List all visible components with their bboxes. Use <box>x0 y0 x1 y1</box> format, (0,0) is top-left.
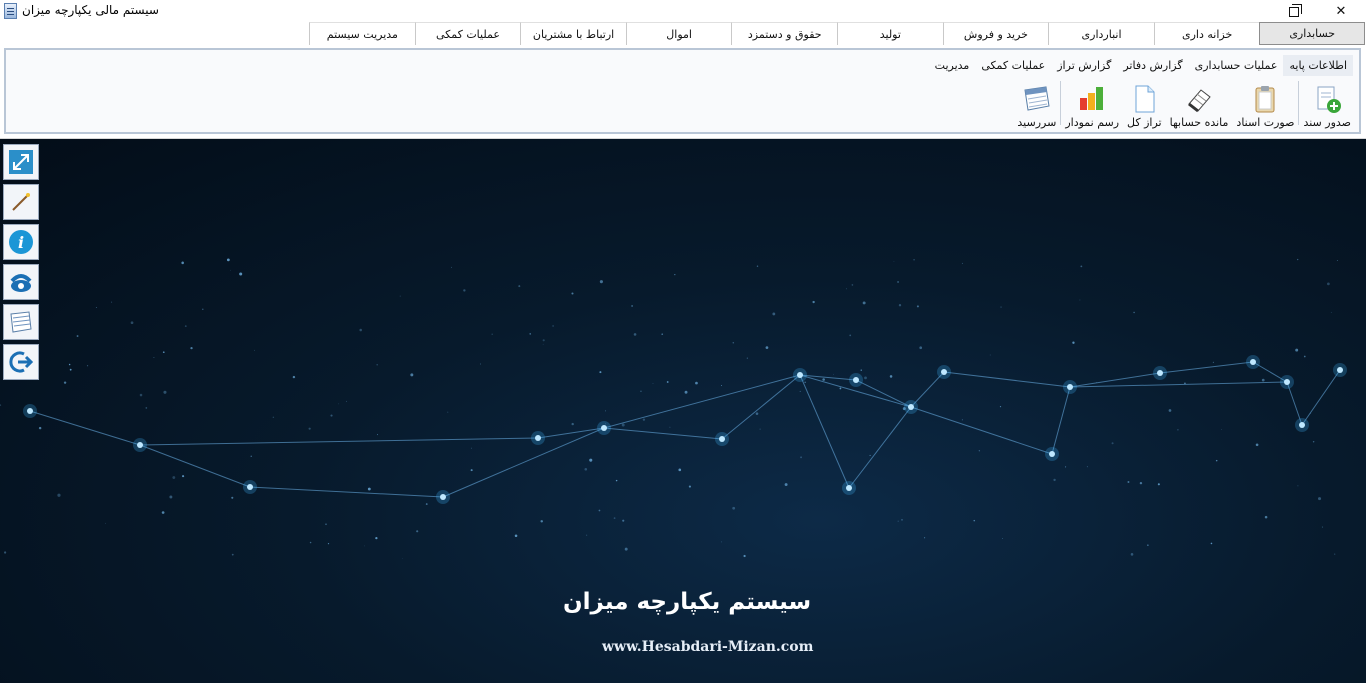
draw-chart-button[interactable]: رسم نمودار <box>1061 77 1123 129</box>
splash-url: www.Hesabdari-Mizan.com <box>602 639 814 655</box>
contact-button[interactable] <box>3 264 39 300</box>
general-balance-label: تراز کل <box>1127 116 1162 129</box>
tab-treasury[interactable]: خزانه داری <box>1153 22 1260 45</box>
issue-voucher-button[interactable]: صدور سند <box>1299 77 1355 129</box>
ribbon-panel: اطلاعات پایه عملیات حسابداری گزارش دفاتر… <box>4 48 1361 134</box>
subtab-accounting-operations[interactable]: عملیات حسابداری <box>1189 55 1284 76</box>
splash-title: سیستم یکپارچه میزان <box>563 589 812 615</box>
account-balances-button[interactable]: مانده حسابها <box>1166 77 1233 129</box>
vouchers-list-label: صورت اسناد <box>1236 116 1295 129</box>
vouchers-list-button[interactable]: صورت اسناد <box>1232 77 1298 129</box>
page-icon <box>1135 85 1155 113</box>
ribbon-sub-tabs: اطلاعات پایه عملیات حسابداری گزارش دفاتر… <box>929 55 1353 76</box>
main-menu-tabs: حسابداری خزانه داری انبارداری خرید و فرو… <box>309 22 1365 45</box>
title-bar: سیستم مالی یکپارچه میزان ✕ <box>0 0 1366 22</box>
restore-button[interactable] <box>1271 0 1317 22</box>
magic-wand-icon <box>12 193 30 211</box>
subtab-balance-reports[interactable]: گزارش تراز <box>1051 55 1117 76</box>
notes-button[interactable] <box>3 304 39 340</box>
ribbon-tools: صدور سند صورت اسناد مانده حسابها تراز کل… <box>1013 77 1355 129</box>
subtab-auxiliary-operations[interactable]: عملیات کمکی <box>975 55 1051 76</box>
restore-icon <box>1289 4 1302 17</box>
subtab-management[interactable]: مدیریت <box>929 55 976 76</box>
notebook-icon <box>1188 89 1211 113</box>
due-dates-button[interactable]: سررسید <box>1013 77 1060 129</box>
tab-auxiliary-operations[interactable]: عملیات کمکی <box>414 22 521 45</box>
document-add-icon <box>1317 86 1342 113</box>
phone-icon <box>10 274 32 292</box>
tab-accounting[interactable]: حسابداری <box>1259 22 1365 45</box>
notes-icon <box>10 311 32 333</box>
svg-text:i: i <box>18 233 24 252</box>
tab-production[interactable]: تولید <box>837 22 943 45</box>
calendar-icon <box>1024 86 1050 111</box>
subtab-basic-info[interactable]: اطلاعات پایه <box>1283 55 1353 76</box>
logout-button[interactable] <box>3 344 39 380</box>
clipboard-icon <box>1255 86 1275 113</box>
magic-wand-button[interactable] <box>3 184 39 220</box>
bar-chart-icon <box>1080 87 1104 110</box>
close-icon: ✕ <box>1335 3 1347 19</box>
left-toolbar: i <box>3 144 39 384</box>
tab-system-management[interactable]: مدیریت سیستم <box>309 22 415 45</box>
logout-icon <box>9 351 34 373</box>
info-button[interactable]: i <box>3 224 39 260</box>
info-icon: i <box>9 230 33 254</box>
tab-assets[interactable]: اموال <box>625 22 732 45</box>
subtab-ledger-reports[interactable]: گزارش دفاتر <box>1117 55 1188 76</box>
due-dates-label: سررسید <box>1017 116 1057 129</box>
issue-voucher-label: صدور سند <box>1303 116 1351 129</box>
draw-chart-label: رسم نمودار <box>1065 116 1120 129</box>
app-icon <box>4 3 17 19</box>
window-title: سیستم مالی یکپارچه میزان <box>22 3 159 17</box>
resize-button[interactable] <box>3 144 39 180</box>
tab-customer-relations[interactable]: ارتباط با مشتریان <box>520 22 626 45</box>
tab-warehouse[interactable]: انبارداری <box>1048 22 1154 45</box>
close-button[interactable]: ✕ <box>1318 0 1364 22</box>
tab-purchase-sales[interactable]: خرید و فروش <box>942 22 1049 45</box>
account-balances-label: مانده حسابها <box>1169 116 1229 129</box>
tab-payroll[interactable]: حقوق و دستمزد <box>731 22 838 45</box>
general-balance-button[interactable]: تراز کل <box>1123 77 1166 129</box>
resize-icon <box>9 150 33 174</box>
